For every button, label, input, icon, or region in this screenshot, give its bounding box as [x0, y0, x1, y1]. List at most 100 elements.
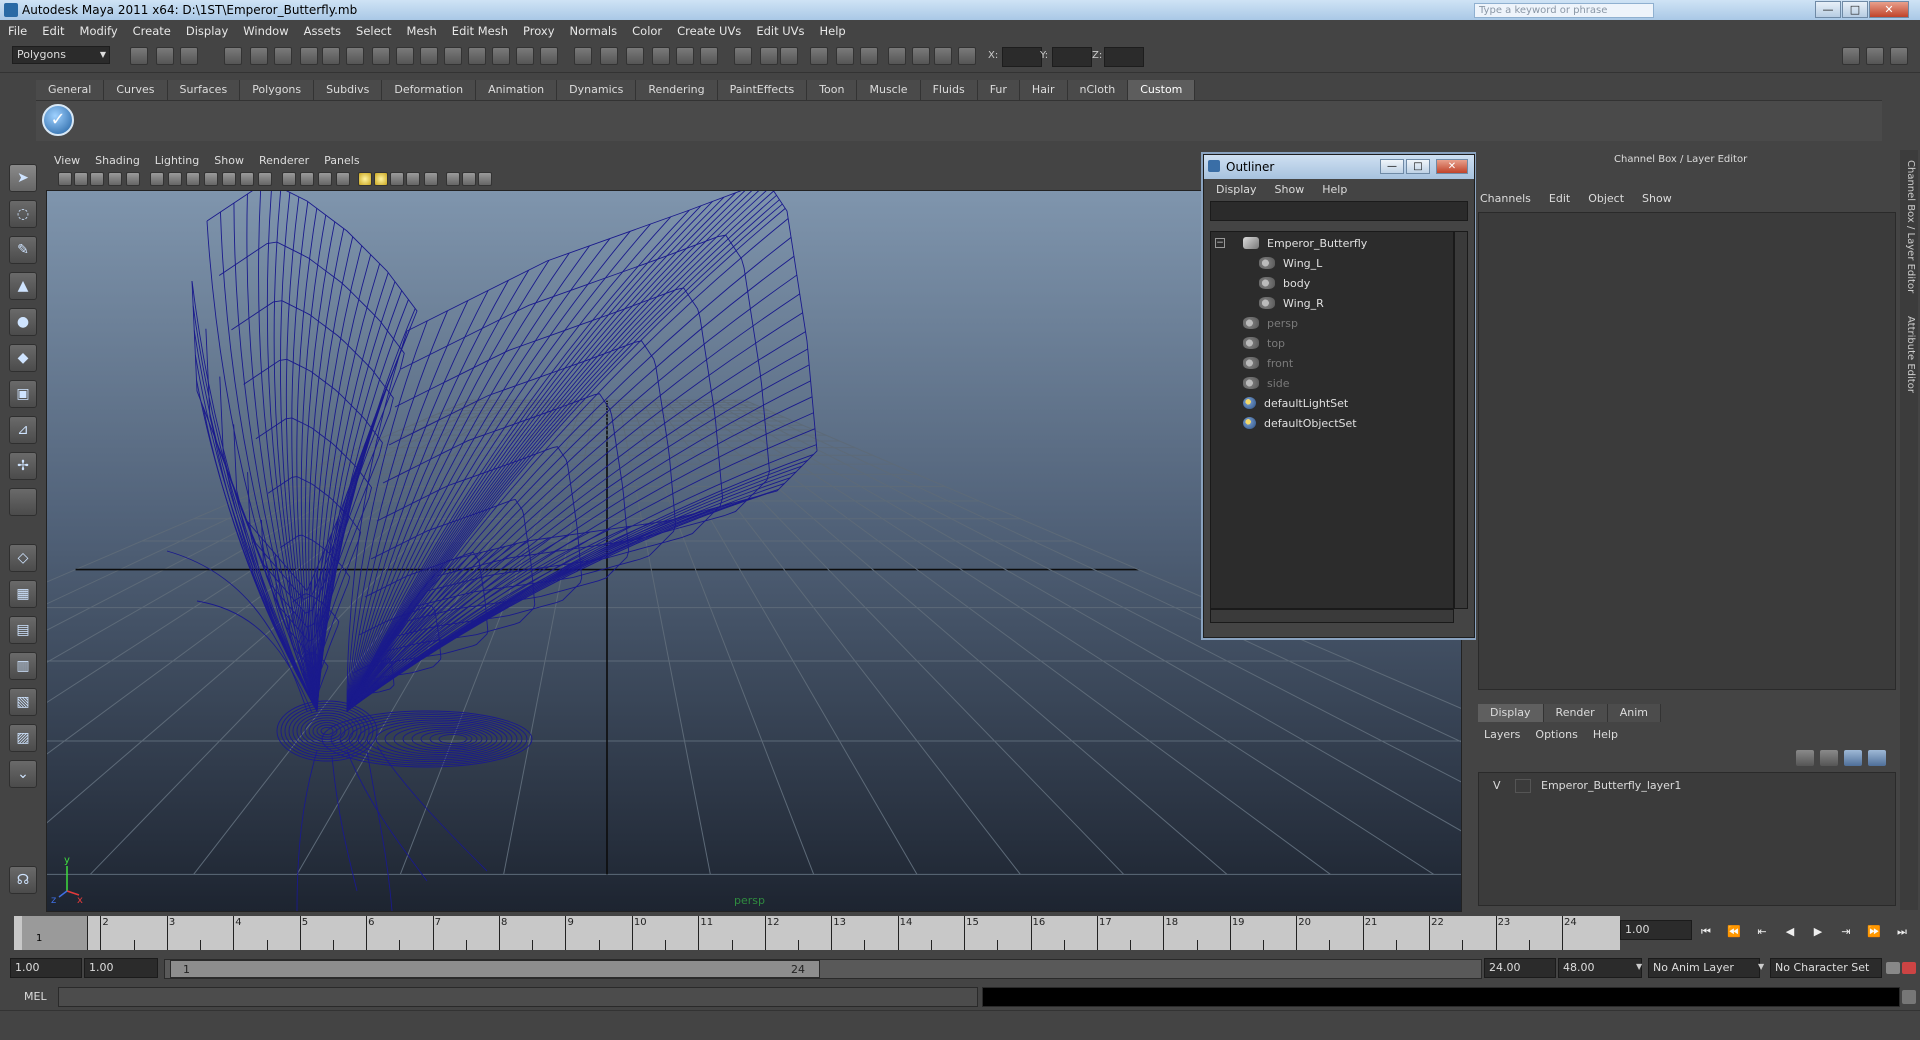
command-shell-icon[interactable]: ☊ [9, 866, 37, 894]
lock-icon[interactable] [540, 47, 558, 65]
shelf-tab-muscle[interactable]: Muscle [857, 80, 921, 100]
menu-edit-mesh[interactable]: Edit Mesh [452, 24, 508, 38]
menu-normals[interactable]: Normals [570, 24, 618, 38]
outliner-titlebar[interactable]: Outliner — □ ✕ [1204, 155, 1474, 179]
bookmark-icon[interactable] [90, 172, 104, 186]
high-quality-icon[interactable] [406, 172, 420, 186]
end-time-field[interactable]: 48.00 [1558, 958, 1642, 978]
prefs-icon[interactable] [1902, 962, 1916, 974]
show-manipulator-icon[interactable]: ✢ [9, 452, 37, 480]
playback-start-field[interactable]: 1.00 [84, 958, 158, 978]
layer-menu-layers[interactable]: Layers [1484, 728, 1520, 741]
new-scene-icon[interactable] [130, 47, 148, 65]
wireframe-icon[interactable] [282, 172, 296, 186]
outliner-item[interactable]: top [1243, 336, 1285, 352]
shelf-tab-curves[interactable]: Curves [104, 80, 168, 100]
menu-edit[interactable]: Edit [42, 24, 64, 38]
2d-pan-icon[interactable] [126, 172, 140, 186]
menu-modify[interactable]: Modify [80, 24, 118, 38]
play-forwards-icon[interactable]: ▶ [1810, 925, 1826, 939]
shelf-tab-animation[interactable]: Animation [476, 80, 558, 100]
save-scene-icon[interactable] [180, 47, 198, 65]
y-coord-field[interactable] [1052, 47, 1092, 67]
current-time-field[interactable]: 1.00 [1620, 920, 1692, 940]
outliner-item[interactable]: front [1243, 356, 1293, 372]
channel-menu-channels[interactable]: Channels [1480, 192, 1531, 205]
shelf-tab-painteffects[interactable]: PaintEffects [717, 80, 808, 100]
collapse-toggle[interactable]: − [1215, 238, 1225, 248]
safe-title-icon[interactable] [258, 172, 272, 186]
ipr-icon[interactable] [468, 47, 486, 65]
smooth-shade-icon[interactable] [300, 172, 314, 186]
construction-history-icon[interactable] [734, 47, 752, 65]
select-by-surface-icon[interactable] [652, 47, 670, 65]
gate-mask-icon[interactable] [204, 172, 218, 186]
select-tool-icon[interactable]: ➤ [9, 164, 37, 192]
xray-joints-icon[interactable] [462, 172, 476, 186]
outliner-item[interactable]: Wing_L [1259, 256, 1322, 272]
persp-hypershade-layout-icon[interactable]: ▧ [9, 688, 37, 716]
shelf-tab-surfaces[interactable]: Surfaces [167, 80, 241, 100]
outliner-filter-field[interactable] [1210, 201, 1468, 221]
camera-attrib-icon[interactable] [74, 172, 88, 186]
select-hierarchy-icon[interactable] [224, 47, 242, 65]
start-time-field[interactable]: 1.00 [10, 958, 82, 978]
step-back-key-icon[interactable]: ⏪ [1726, 925, 1742, 939]
time-slider[interactable]: 123456789101112131415161718192021222324 [14, 916, 1620, 950]
select-by-dynamic-icon[interactable] [700, 47, 718, 65]
shelf-tab-rendering[interactable]: Rendering [636, 80, 718, 100]
maximize-button[interactable]: □ [1842, 1, 1868, 18]
xray-icon[interactable] [446, 172, 460, 186]
viewport-menu-show[interactable]: Show [214, 154, 244, 167]
viewport-menu-panels[interactable]: Panels [324, 154, 359, 167]
more-layouts-icon[interactable]: ⌄ [9, 760, 37, 788]
play-backwards-icon[interactable]: ◀ [1782, 925, 1798, 939]
go-to-end-icon[interactable]: ⏭ [1894, 925, 1910, 939]
history-icon[interactable] [420, 47, 438, 65]
isolate-select-icon[interactable] [424, 172, 438, 186]
outliner-item[interactable]: side [1243, 376, 1290, 392]
select-by-curve-icon[interactable] [626, 47, 644, 65]
character-set-selector[interactable]: No Character Set [1770, 958, 1882, 978]
render-globals-icon[interactable] [888, 47, 906, 65]
anim-layer-selector[interactable]: No Anim Layer [1648, 958, 1760, 978]
menu-create-uvs[interactable]: Create UVs [677, 24, 741, 38]
move-tool-icon[interactable]: ▲ [9, 272, 37, 300]
outliner-menu-help[interactable]: Help [1322, 183, 1347, 196]
step-forward-frame-icon[interactable]: ⇥ [1838, 925, 1854, 939]
range-slider-handle[interactable]: 1 24 [170, 960, 820, 978]
x-coord-field[interactable] [1002, 47, 1042, 67]
shelf-tab-hair[interactable]: Hair [1019, 80, 1068, 100]
menu-mesh[interactable]: Mesh [407, 24, 437, 38]
output-ops-icon[interactable] [780, 47, 798, 65]
four-view-layout-icon[interactable]: ▦ [9, 580, 37, 608]
layer-tab-anim[interactable]: Anim [1607, 704, 1661, 722]
channel-menu-edit[interactable]: Edit [1549, 192, 1570, 205]
outliner-minimize-button[interactable]: — [1380, 159, 1404, 174]
snap-grid-icon[interactable] [300, 47, 318, 65]
camera-select-icon[interactable] [58, 172, 72, 186]
absolute-icon[interactable] [958, 47, 976, 65]
all-lights-icon[interactable] [374, 172, 388, 186]
grid-icon[interactable] [150, 172, 164, 186]
menu-file[interactable]: File [8, 24, 27, 38]
select-component-icon[interactable] [274, 47, 292, 65]
viewport-menu-lighting[interactable]: Lighting [155, 154, 199, 167]
layer-visibility-toggle[interactable]: V [1493, 777, 1501, 795]
layer-menu-help[interactable]: Help [1593, 728, 1618, 741]
field-chart-icon[interactable] [222, 172, 236, 186]
render-icon[interactable] [444, 47, 462, 65]
outliner-maximize-button[interactable]: □ [1406, 159, 1430, 174]
tab-channel-box[interactable]: Channel Box / Layer Editor [1902, 160, 1916, 300]
outliner-item[interactable]: Wing_R [1259, 296, 1324, 312]
outliner-item[interactable]: defaultLightSet [1243, 396, 1348, 412]
rotate-tool-icon[interactable]: ● [9, 308, 37, 336]
outliner-menu-show[interactable]: Show [1275, 183, 1305, 196]
shelf-tab-fur[interactable]: Fur [977, 80, 1020, 100]
shelf-tab-toon[interactable]: Toon [807, 80, 858, 100]
xyz-input-icon[interactable] [912, 47, 930, 65]
input-ops-icon[interactable] [760, 47, 778, 65]
shelf-tab-ncloth[interactable]: nCloth [1067, 80, 1129, 100]
viewport-menu-shading[interactable]: Shading [95, 154, 140, 167]
channel-box-area[interactable] [1478, 212, 1896, 690]
